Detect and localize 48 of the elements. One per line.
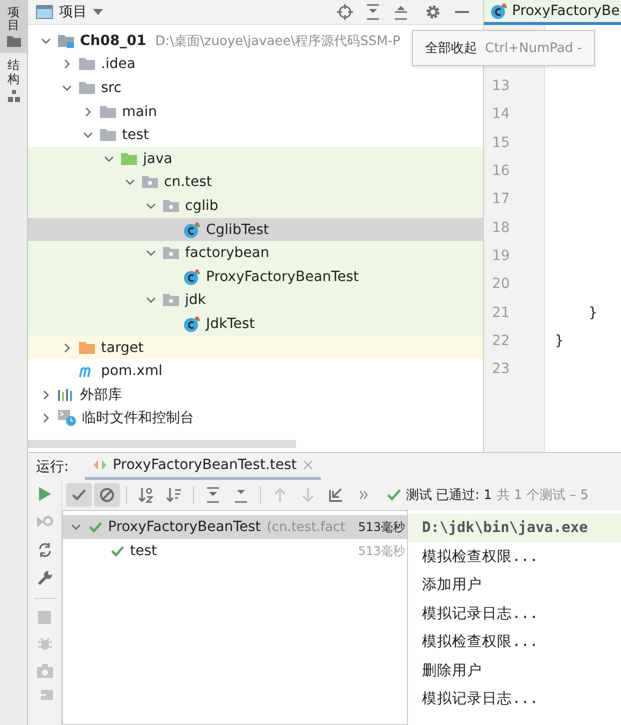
line-number: 16 xyxy=(492,163,510,180)
tree-item-label: jdk xyxy=(185,292,206,308)
tree-item-label: cn.test xyxy=(164,174,212,190)
line-number: 20 xyxy=(492,276,510,292)
tree-item-label: ProxyFactoryBeanTest xyxy=(206,268,359,285)
test-summary: 共 1 个测试 – 5 xyxy=(496,487,588,504)
line-number: 15 xyxy=(492,134,510,151)
test-duration: 513毫秒 xyxy=(358,518,405,536)
line-number: 13 xyxy=(492,78,510,94)
run-label: 运行: xyxy=(36,458,69,476)
tree-item-label: src xyxy=(101,80,122,96)
line-number: 14 xyxy=(492,106,510,122)
tree-item-label: JdkTest xyxy=(206,316,255,332)
console-output: 模拟检查权限... xyxy=(422,633,538,652)
tree-item-label: cglib xyxy=(185,198,218,214)
test-package: (cn.test.fact xyxy=(266,520,346,534)
line-number: 18 xyxy=(492,220,510,236)
line-number: 17 xyxy=(492,191,510,208)
tree-item-label: .idea xyxy=(101,56,136,72)
code-line: } xyxy=(588,304,598,321)
tree-item-label: target xyxy=(101,340,144,356)
tooltip-action: 全部收起 xyxy=(425,40,477,57)
test-name: test xyxy=(130,543,157,559)
line-number: 21 xyxy=(492,304,510,321)
line-number: 22 xyxy=(492,332,510,349)
test-duration: 513毫秒 xyxy=(358,542,405,560)
tree-item-label: 临时文件和控制台 xyxy=(82,409,194,428)
test-name: ProxyFactoryBeanTest xyxy=(108,519,261,535)
tree-item-label: test xyxy=(122,127,149,144)
tree-item-label: 外部库 xyxy=(80,386,122,404)
console-output: 删除用户 xyxy=(422,662,482,680)
code-line: } xyxy=(555,332,564,349)
console-output: 添加用户 xyxy=(422,576,482,594)
line-number: 19 xyxy=(492,248,510,264)
tree-item-label: main xyxy=(122,104,157,120)
module-path: D:\桌面\zuoye\javaee\程序源代码SSM-P xyxy=(155,32,400,50)
tree-item-label: Ch08_01 xyxy=(80,32,146,49)
test-status: 测试 已通过: 1 xyxy=(406,487,492,504)
line-number: 23 xyxy=(492,361,510,378)
tree-item-label: factorybean xyxy=(185,245,270,262)
console-command: D:\jdk\bin\java.exe xyxy=(422,520,588,536)
tree-item-label: java xyxy=(143,150,172,167)
tree-item-label: CglibTest xyxy=(206,222,269,238)
console-output: 模拟记录日志... xyxy=(422,604,538,623)
tooltip-shortcut: Ctrl+NumPad - xyxy=(485,40,582,56)
console-output: 模拟检查权限... xyxy=(422,548,538,566)
console-output: 模拟记录日志... xyxy=(422,690,538,708)
tree-item-label: pom.xml xyxy=(101,363,162,380)
